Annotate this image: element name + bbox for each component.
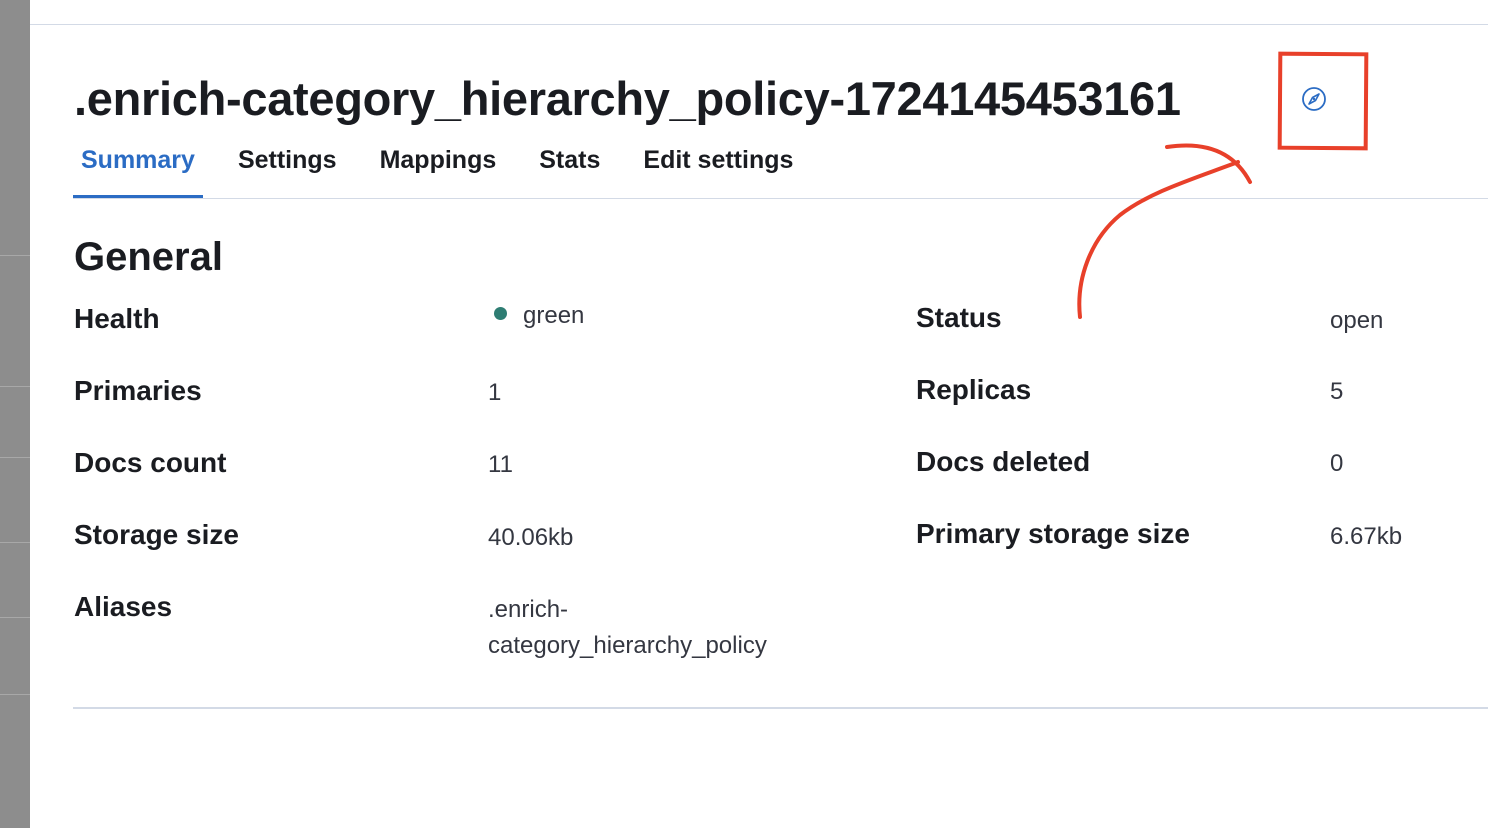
- docs-count-value: 11: [488, 451, 513, 478]
- index-details-page: .enrich-category_hierarchy_policy-172414…: [0, 0, 1488, 828]
- overlay-divider: [0, 255, 30, 256]
- title-row: .enrich-category_hierarchy_policy-172414…: [74, 69, 1329, 129]
- health-value-text: green: [523, 302, 585, 329]
- section-divider: [73, 707, 1488, 709]
- index-details-flyout: .enrich-category_hierarchy_policy-172414…: [30, 25, 1488, 828]
- replicas-value: 5: [1330, 378, 1344, 405]
- overlay-divider: [0, 457, 30, 458]
- annotation-highlight-box: [1277, 51, 1369, 151]
- overlay-divider: [0, 386, 30, 387]
- tab-mappings[interactable]: Mappings: [372, 140, 505, 190]
- background-overlay[interactable]: [0, 0, 30, 828]
- tab-bar: Summary Settings Mappings Stats Edit set…: [73, 140, 1488, 199]
- health-status-dot: [494, 307, 507, 321]
- storage-size-value: 40.06kb: [488, 524, 574, 551]
- tab-edit-settings[interactable]: Edit settings: [635, 140, 801, 190]
- docs-deleted-value: 0: [1330, 450, 1344, 477]
- aliases-value-line: .enrich-: [488, 596, 569, 623]
- index-title: .enrich-category_hierarchy_policy-172414…: [74, 72, 1181, 125]
- status-value: open: [1330, 307, 1384, 334]
- overlay-divider: [0, 694, 30, 695]
- replicas-label: Replicas: [916, 374, 1032, 405]
- aliases-value-line: category_hierarchy_policy: [488, 632, 767, 659]
- general-section-title: General: [74, 235, 223, 279]
- primaries-value: 1: [488, 379, 502, 406]
- overlay-divider: [0, 542, 30, 543]
- health-value: green: [494, 298, 584, 334]
- docs-count-label: Docs count: [74, 447, 227, 478]
- aliases-value: .enrich- category_hierarchy_policy: [488, 592, 767, 664]
- primary-storage-size-label: Primary storage size: [916, 518, 1190, 549]
- tab-stats[interactable]: Stats: [531, 140, 608, 190]
- primary-storage-size-value: 6.67kb: [1330, 523, 1403, 550]
- docs-deleted-label: Docs deleted: [916, 446, 1091, 477]
- tab-settings[interactable]: Settings: [230, 140, 345, 190]
- storage-size-label: Storage size: [74, 519, 239, 550]
- status-label: Status: [916, 302, 1002, 333]
- primaries-label: Primaries: [74, 375, 202, 406]
- health-label: Health: [74, 303, 160, 334]
- overlay-divider: [0, 617, 30, 618]
- tab-summary[interactable]: Summary: [73, 140, 203, 198]
- aliases-label: Aliases: [74, 591, 173, 622]
